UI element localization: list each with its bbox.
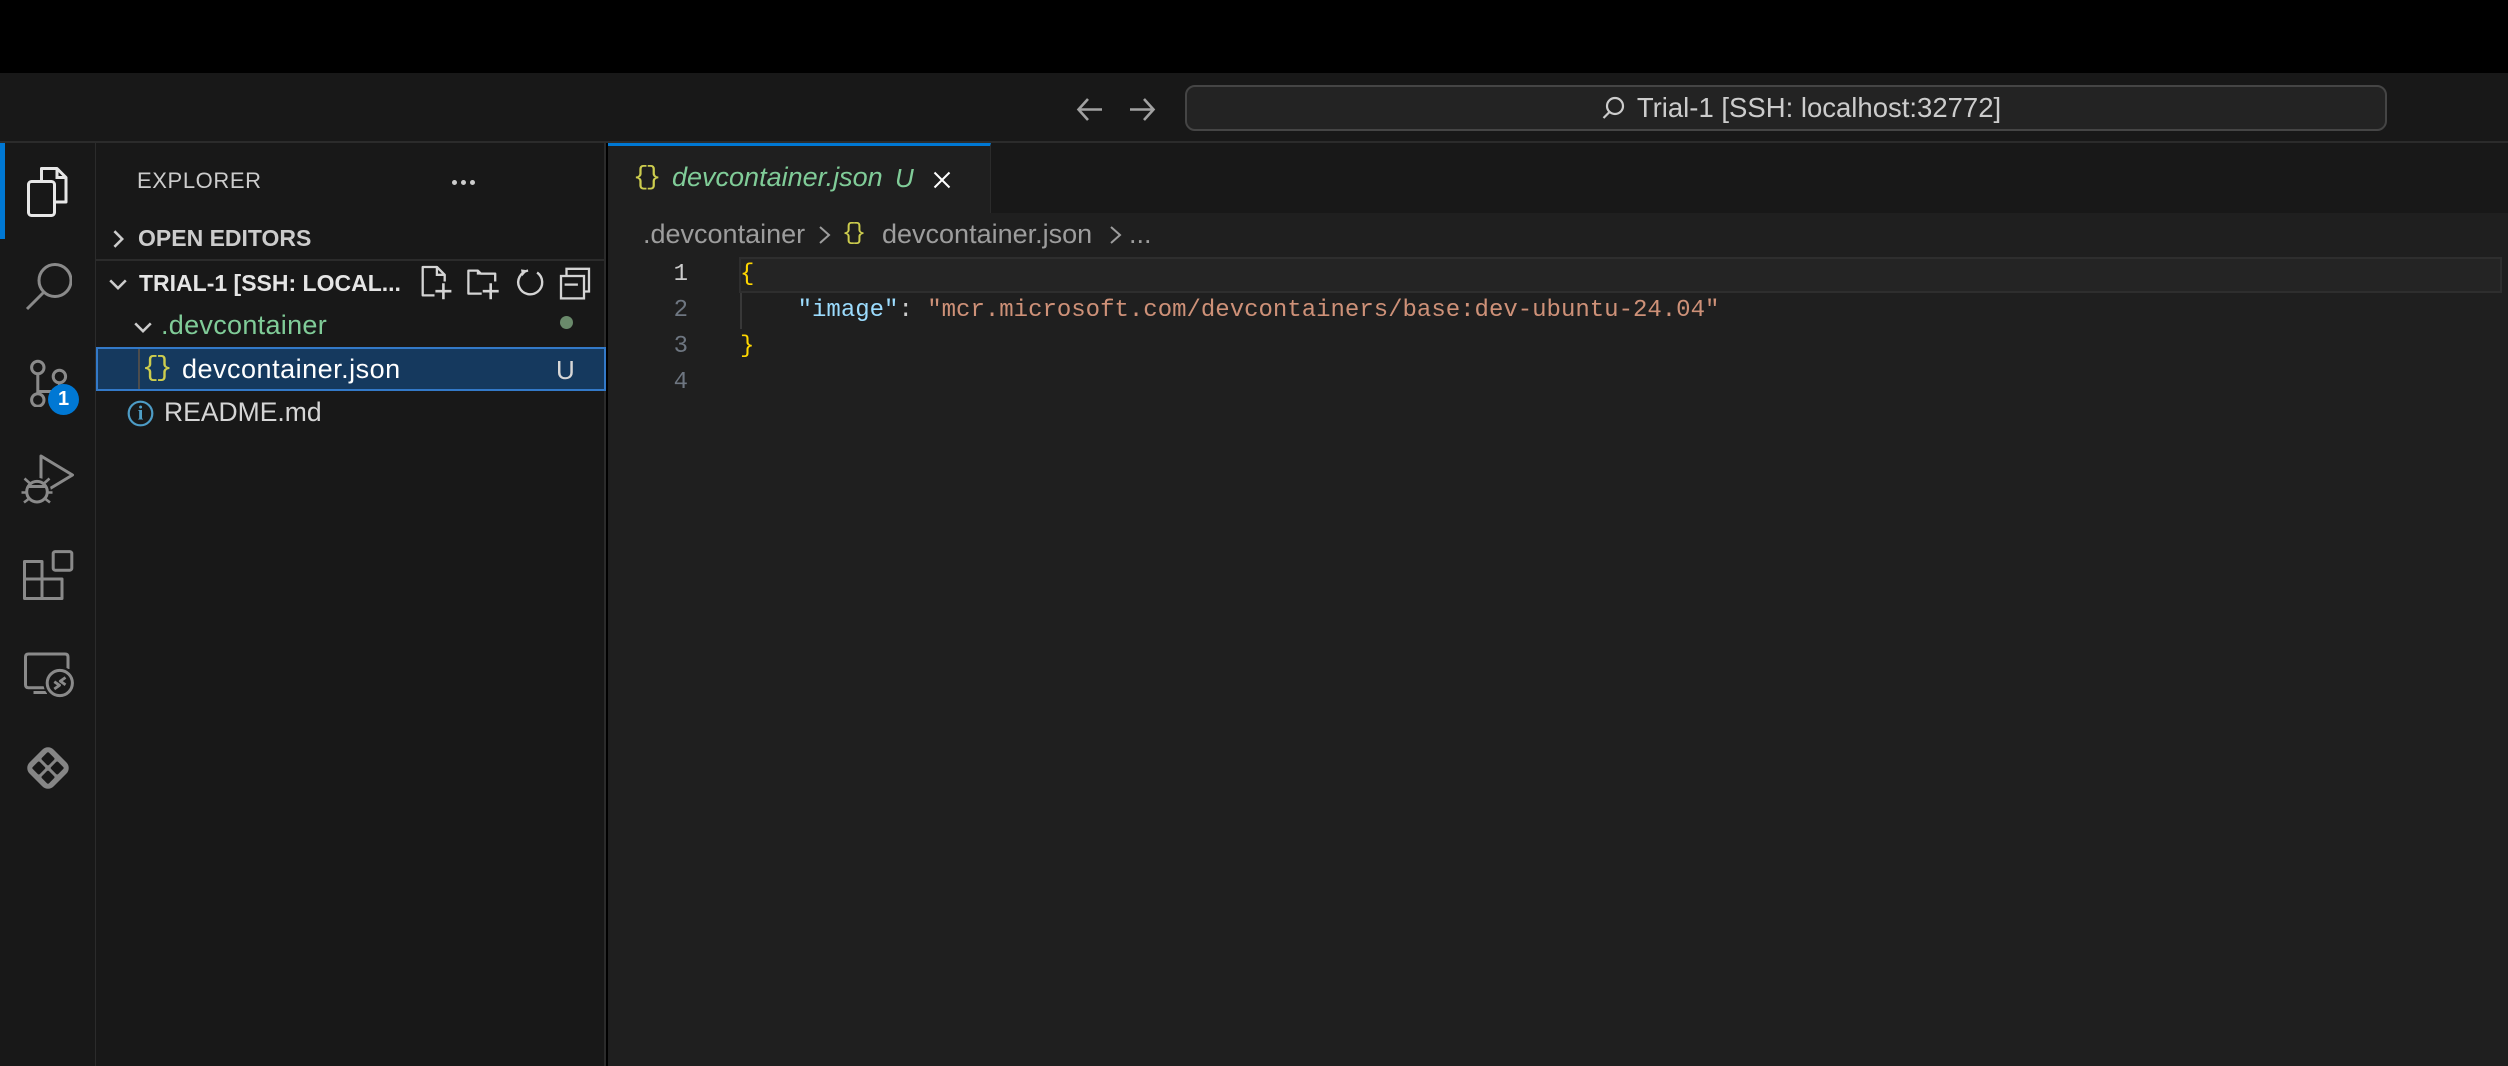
svg-text:i: i	[138, 403, 144, 425]
